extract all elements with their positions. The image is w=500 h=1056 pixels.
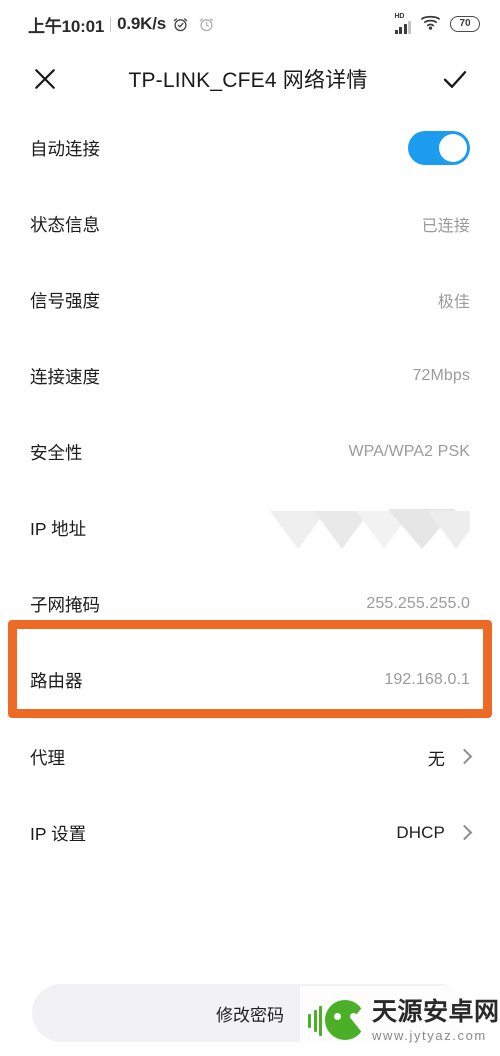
logo-eye — [334, 1013, 341, 1020]
row-router: 路由器 192.168.0.1 — [30, 642, 470, 718]
row-label: 代理 — [30, 747, 65, 768]
row-value: 已连接 — [421, 218, 470, 235]
battery-indicator: 70 — [450, 16, 480, 32]
network-speed: 0.9K/s — [117, 14, 166, 33]
row-proxy[interactable]: 代理 无 — [30, 719, 473, 795]
row-right: DHCP — [396, 823, 473, 843]
chevron-right-icon — [456, 824, 473, 841]
row-value: 极佳 — [437, 294, 470, 311]
row-link-speed: 连接速度 72Mbps — [30, 338, 470, 414]
row-auto-connect[interactable]: 自动连接 — [30, 110, 470, 186]
hd-label: HD — [394, 13, 405, 20]
auto-connect-toggle[interactable] — [408, 131, 470, 165]
toggle-knob — [439, 134, 467, 162]
row-value: 255.255.255.0 — [366, 595, 470, 612]
row-label: 连接速度 — [30, 366, 100, 387]
watermark-text: 天源安卓网 www.jytyaz.com — [372, 998, 500, 1043]
page-header: TP-LINK_CFE4 网络详情 — [0, 48, 500, 110]
cellular-signal-icon: HD — [394, 13, 411, 34]
close-icon[interactable] — [28, 62, 62, 96]
logo-notch — [352, 1000, 368, 1040]
row-status-info: 状态信息 已连接 — [30, 186, 470, 262]
check-icon[interactable] — [438, 62, 472, 96]
row-value: 192.168.0.1 — [384, 671, 470, 688]
row-ip-address: IP 地址 — [30, 490, 470, 566]
row-value: WPA/WPA2 PSK — [348, 443, 470, 460]
row-security: 安全性 WPA/WPA2 PSK — [30, 414, 470, 490]
wifi-icon — [420, 14, 441, 35]
logo-head — [325, 1000, 368, 1040]
battery-level: 70 — [459, 18, 471, 29]
redaction-triangle — [428, 511, 470, 549]
row-value: DHCP — [396, 823, 445, 842]
row-label: 状态信息 — [30, 214, 100, 235]
row-ip-settings[interactable]: IP 设置 DHCP — [30, 795, 473, 871]
row-label: IP 设置 — [30, 823, 87, 844]
row-signal-strength: 信号强度 极佳 — [30, 262, 470, 338]
android-robot-icon — [308, 998, 368, 1044]
row-label: IP 地址 — [30, 518, 87, 539]
row-label: 路由器 — [30, 670, 83, 691]
alarm-clock-icon — [172, 16, 189, 33]
row-right: 无 — [427, 745, 473, 770]
row-label: 信号强度 — [30, 290, 100, 311]
logo-dashes — [308, 1004, 322, 1036]
status-time: 上午10:01 — [28, 16, 105, 36]
status-bar: 上午10:01 0.9K/s HD 70 — [0, 0, 500, 48]
alarm-clock-icon-secondary — [198, 16, 215, 33]
status-divider — [110, 16, 112, 32]
watermark-site-name: 天源安卓网 — [372, 998, 500, 1026]
signal-bars — [394, 21, 411, 34]
row-value: 无 — [427, 749, 445, 769]
row-label: 子网掩码 — [30, 594, 100, 615]
status-bar-left: 上午10:01 0.9K/s — [28, 12, 395, 37]
site-watermark: 天源安卓网 www.jytyaz.com — [300, 986, 500, 1056]
watermark-site-url: www.jytyaz.com — [372, 1028, 487, 1043]
status-bar-right: HD 70 — [394, 13, 480, 35]
ip-address-redaction — [270, 507, 470, 549]
row-label: 安全性 — [30, 442, 83, 463]
page-title: TP-LINK_CFE4 网络详情 — [128, 69, 368, 92]
chevron-right-icon — [456, 748, 473, 765]
network-detail-list: 自动连接 状态信息 已连接 信号强度 极佳 连接速度 72Mbps 安全性 WP… — [0, 110, 500, 871]
row-label: 自动连接 — [30, 138, 100, 159]
row-subnet-mask: 子网掩码 255.255.255.0 — [30, 566, 470, 642]
row-value: 72Mbps — [412, 367, 470, 384]
